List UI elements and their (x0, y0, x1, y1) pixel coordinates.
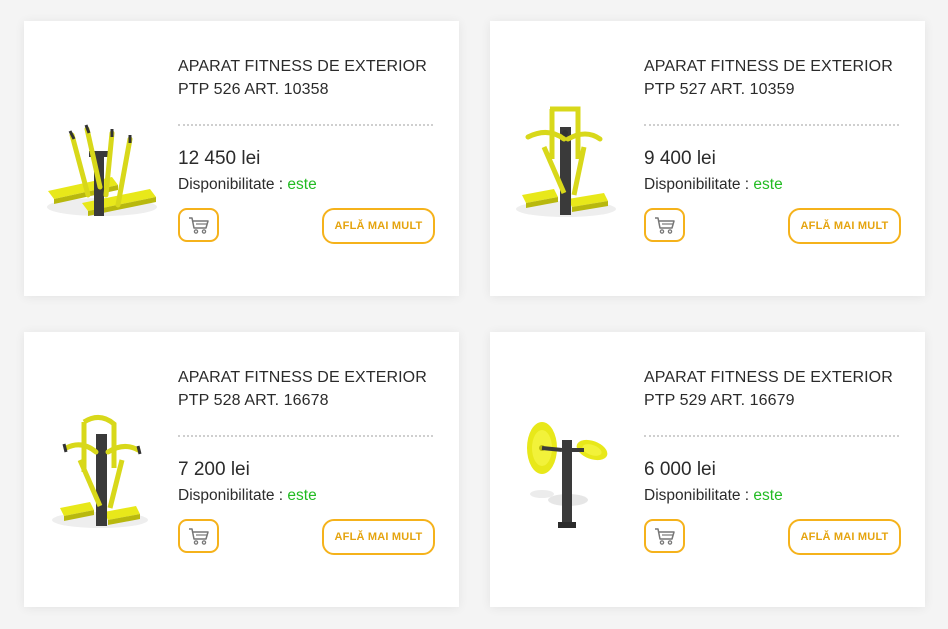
product-title-line2: PTP 528 ART. 16678 (178, 392, 329, 409)
dotted-divider (644, 435, 899, 437)
availability-value: este (753, 487, 783, 504)
availability-label: Disponibilitate : (644, 487, 750, 504)
shopping-cart-icon (188, 528, 209, 545)
product-title-line1: APARAT FITNESS DE EXTERIOR (178, 369, 427, 386)
product-price: 12 450 lei (178, 148, 261, 169)
availability: Disponibilitate : este (178, 176, 317, 194)
product-title-line1: APARAT FITNESS DE EXTERIOR (644, 369, 893, 386)
shopping-cart-icon (654, 528, 675, 545)
add-to-cart-button[interactable] (178, 519, 219, 553)
product-card: APARAT FITNESS DE EXTERIOR PTP 526 ART. … (24, 21, 459, 296)
availability: Disponibilitate : este (644, 487, 783, 505)
availability: Disponibilitate : este (644, 176, 783, 194)
availability: Disponibilitate : este (178, 487, 317, 505)
product-title-line2: PTP 527 ART. 10359 (644, 81, 795, 98)
availability-value: este (753, 176, 783, 193)
product-title-line2: PTP 526 ART. 10358 (178, 81, 329, 98)
learn-more-button[interactable]: AFLĂ MAI MULT (322, 519, 435, 555)
dotted-divider (178, 124, 433, 126)
availability-value: este (287, 176, 317, 193)
product-card: APARAT FITNESS DE EXTERIOR PTP 527 ART. … (490, 21, 925, 296)
availability-label: Disponibilitate : (178, 487, 284, 504)
shopping-cart-icon (654, 217, 675, 234)
product-image[interactable] (42, 410, 160, 532)
product-title-line1: APARAT FITNESS DE EXTERIOR (178, 58, 427, 75)
product-image[interactable] (508, 410, 626, 532)
product-card: APARAT FITNESS DE EXTERIOR PTP 529 ART. … (490, 332, 925, 607)
product-title-line1: APARAT FITNESS DE EXTERIOR (644, 58, 893, 75)
availability-label: Disponibilitate : (178, 176, 284, 193)
product-title[interactable]: APARAT FITNESS DE EXTERIOR PTP 529 ART. … (644, 366, 904, 412)
product-image[interactable] (42, 99, 160, 221)
product-price: 6 000 lei (644, 459, 716, 480)
add-to-cart-button[interactable] (644, 519, 685, 553)
product-title[interactable]: APARAT FITNESS DE EXTERIOR PTP 526 ART. … (178, 55, 438, 101)
dotted-divider (178, 435, 433, 437)
learn-more-button[interactable]: AFLĂ MAI MULT (788, 208, 901, 244)
product-title[interactable]: APARAT FITNESS DE EXTERIOR PTP 528 ART. … (178, 366, 438, 412)
learn-more-button[interactable]: AFLĂ MAI MULT (322, 208, 435, 244)
product-title[interactable]: APARAT FITNESS DE EXTERIOR PTP 527 ART. … (644, 55, 904, 101)
learn-more-button[interactable]: AFLĂ MAI MULT (788, 519, 901, 555)
dotted-divider (644, 124, 899, 126)
availability-value: este (287, 487, 317, 504)
shopping-cart-icon (188, 217, 209, 234)
product-title-line2: PTP 529 ART. 16679 (644, 392, 795, 409)
product-card: APARAT FITNESS DE EXTERIOR PTP 528 ART. … (24, 332, 459, 607)
product-price: 7 200 lei (178, 459, 250, 480)
add-to-cart-button[interactable] (178, 208, 219, 242)
availability-label: Disponibilitate : (644, 176, 750, 193)
add-to-cart-button[interactable] (644, 208, 685, 242)
product-price: 9 400 lei (644, 148, 716, 169)
product-image[interactable] (508, 99, 626, 221)
